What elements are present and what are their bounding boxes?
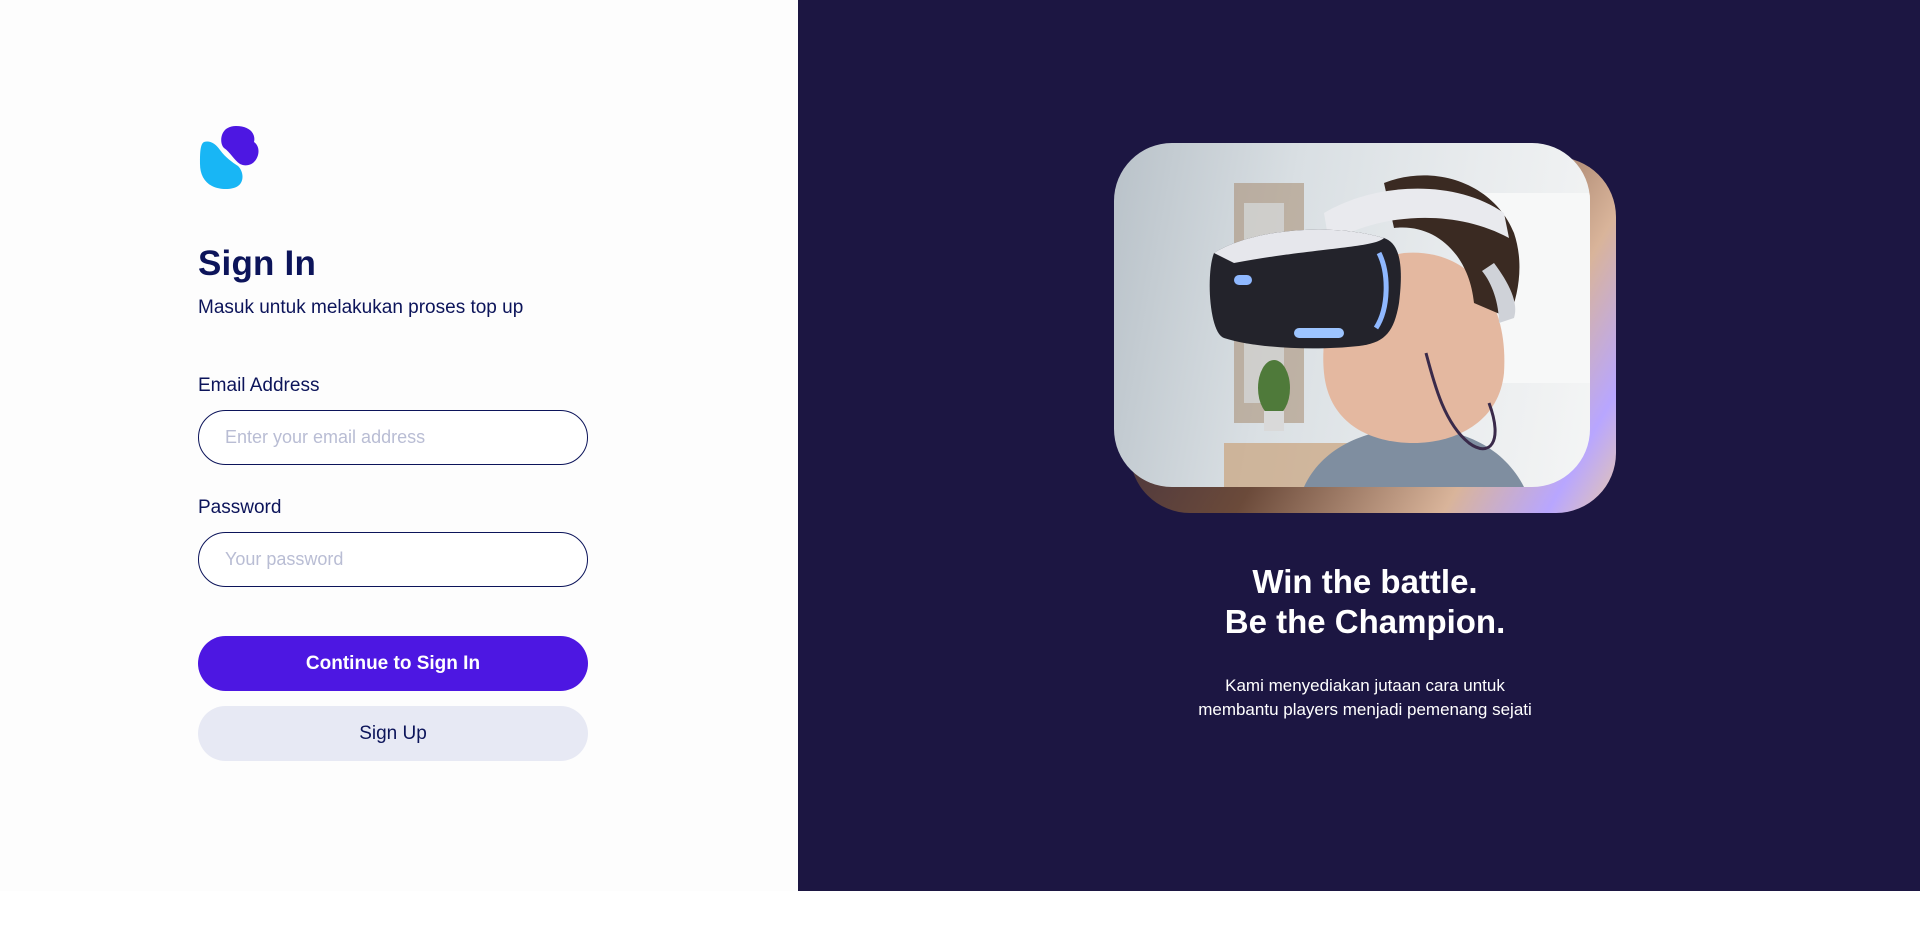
hero-headline: Win the battle. Be the Champion. — [1114, 562, 1616, 642]
hero-headline-line1: Win the battle. — [1252, 563, 1478, 600]
vr-boy-photo — [1114, 143, 1590, 487]
password-label: Password — [198, 497, 282, 518]
hero-headline-line2: Be the Champion. — [1224, 603, 1506, 640]
hero-description: Kami menyediakan jutaan cara untuk memba… — [1198, 676, 1532, 719]
page-title: Sign In — [198, 244, 317, 283]
continue-sign-in-button[interactable]: Continue to Sign In — [198, 636, 588, 691]
password-field[interactable] — [198, 532, 588, 587]
sign-up-button[interactable]: Sign Up — [198, 706, 588, 761]
s-swirl-logo-icon — [200, 126, 259, 189]
hero-image — [1114, 143, 1616, 513]
email-label: Email Address — [198, 375, 320, 396]
sign-in-page: Sign In Masuk untuk melakukan proses top… — [0, 0, 1920, 926]
vr-headset-illustration — [1209, 175, 1590, 487]
sign-in-panel: Sign In Masuk untuk melakukan proses top… — [0, 0, 798, 891]
email-field[interactable] — [198, 410, 588, 465]
page-subtitle: Masuk untuk melakukan proses top up — [198, 297, 524, 318]
page-bottom-edge — [0, 891, 1920, 926]
